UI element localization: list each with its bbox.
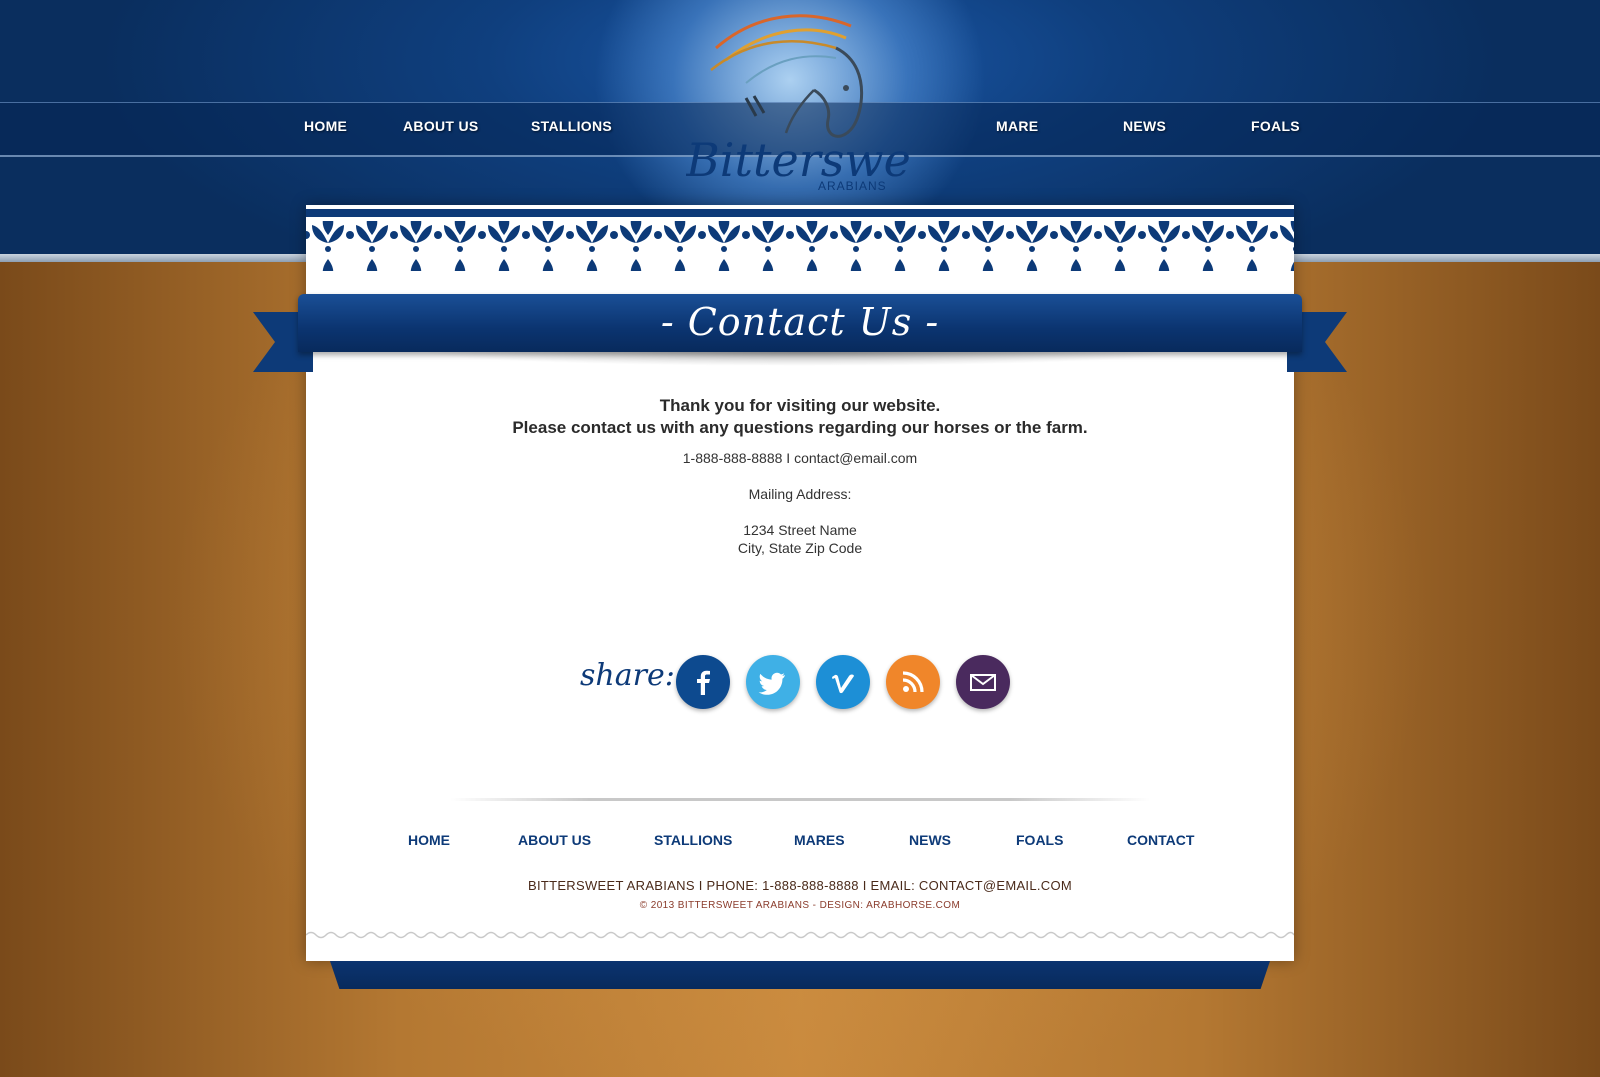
- email-button[interactable]: [956, 655, 1010, 709]
- vimeo-button[interactable]: [816, 655, 870, 709]
- twitter-button[interactable]: [746, 655, 800, 709]
- vimeo-icon: [832, 674, 854, 694]
- intro-line-1: Thank you for visiting our website.: [659, 396, 941, 415]
- intro-line-2: Please contact us with any questions reg…: [512, 418, 1088, 437]
- footer-link-home[interactable]: HOME: [408, 832, 450, 848]
- contact-line: 1-888-888-8888 I contact@email.com: [682, 450, 918, 466]
- address-city: City, State Zip Code: [737, 540, 863, 556]
- footer-link-mares[interactable]: MARES: [794, 832, 845, 848]
- nav-stallions[interactable]: STALLIONS: [531, 118, 612, 138]
- nav-mare[interactable]: MARE: [996, 118, 1038, 138]
- damask-ornament-border: [306, 209, 1294, 271]
- nav-news[interactable]: NEWS: [1123, 118, 1166, 138]
- address-street: 1234 Street Name: [743, 522, 857, 538]
- site-logo[interactable]: Bittersweet ARABIANS: [685, 8, 957, 194]
- nav-home[interactable]: HOME: [304, 118, 347, 138]
- title-ribbon: - Contact Us -: [298, 294, 1302, 352]
- page-title: - Contact Us -: [660, 300, 940, 344]
- horse-head-logo-icon: Bittersweet ARABIANS: [685, 14, 957, 193]
- facebook-button[interactable]: [676, 655, 730, 709]
- facebook-icon: [697, 670, 710, 695]
- footer-divider: [450, 798, 1150, 801]
- bottom-ribbon: [330, 961, 1270, 989]
- share-label: share:: [580, 658, 675, 693]
- footer-link-stallions[interactable]: STALLIONS: [654, 832, 732, 848]
- twitter-icon: [758, 672, 785, 695]
- footer-wave-border: [306, 931, 1294, 939]
- footer-link-news[interactable]: NEWS: [909, 832, 951, 848]
- footer-link-foals[interactable]: FOALS: [1016, 832, 1063, 848]
- email-icon: [970, 674, 996, 691]
- title-shadow: [420, 352, 1180, 366]
- rss-icon: [902, 671, 924, 693]
- footer-link-about-us[interactable]: ABOUT US: [518, 832, 591, 848]
- footer-link-contact[interactable]: CONTACT: [1127, 832, 1194, 848]
- svg-text:ARABIANS: ARABIANS: [818, 179, 887, 193]
- nav-foals[interactable]: FOALS: [1251, 118, 1300, 138]
- footer-contact-info: BITTERSWEET ARABIANS I PHONE: 1-888-888-…: [527, 878, 1073, 893]
- footer-copyright: © 2013 BITTERSWEET ARABIANS - DESIGN: AR…: [639, 900, 961, 911]
- nav-about-us[interactable]: ABOUT US: [403, 118, 479, 138]
- mailing-label: Mailing Address:: [748, 486, 852, 502]
- rss-button[interactable]: [886, 655, 940, 709]
